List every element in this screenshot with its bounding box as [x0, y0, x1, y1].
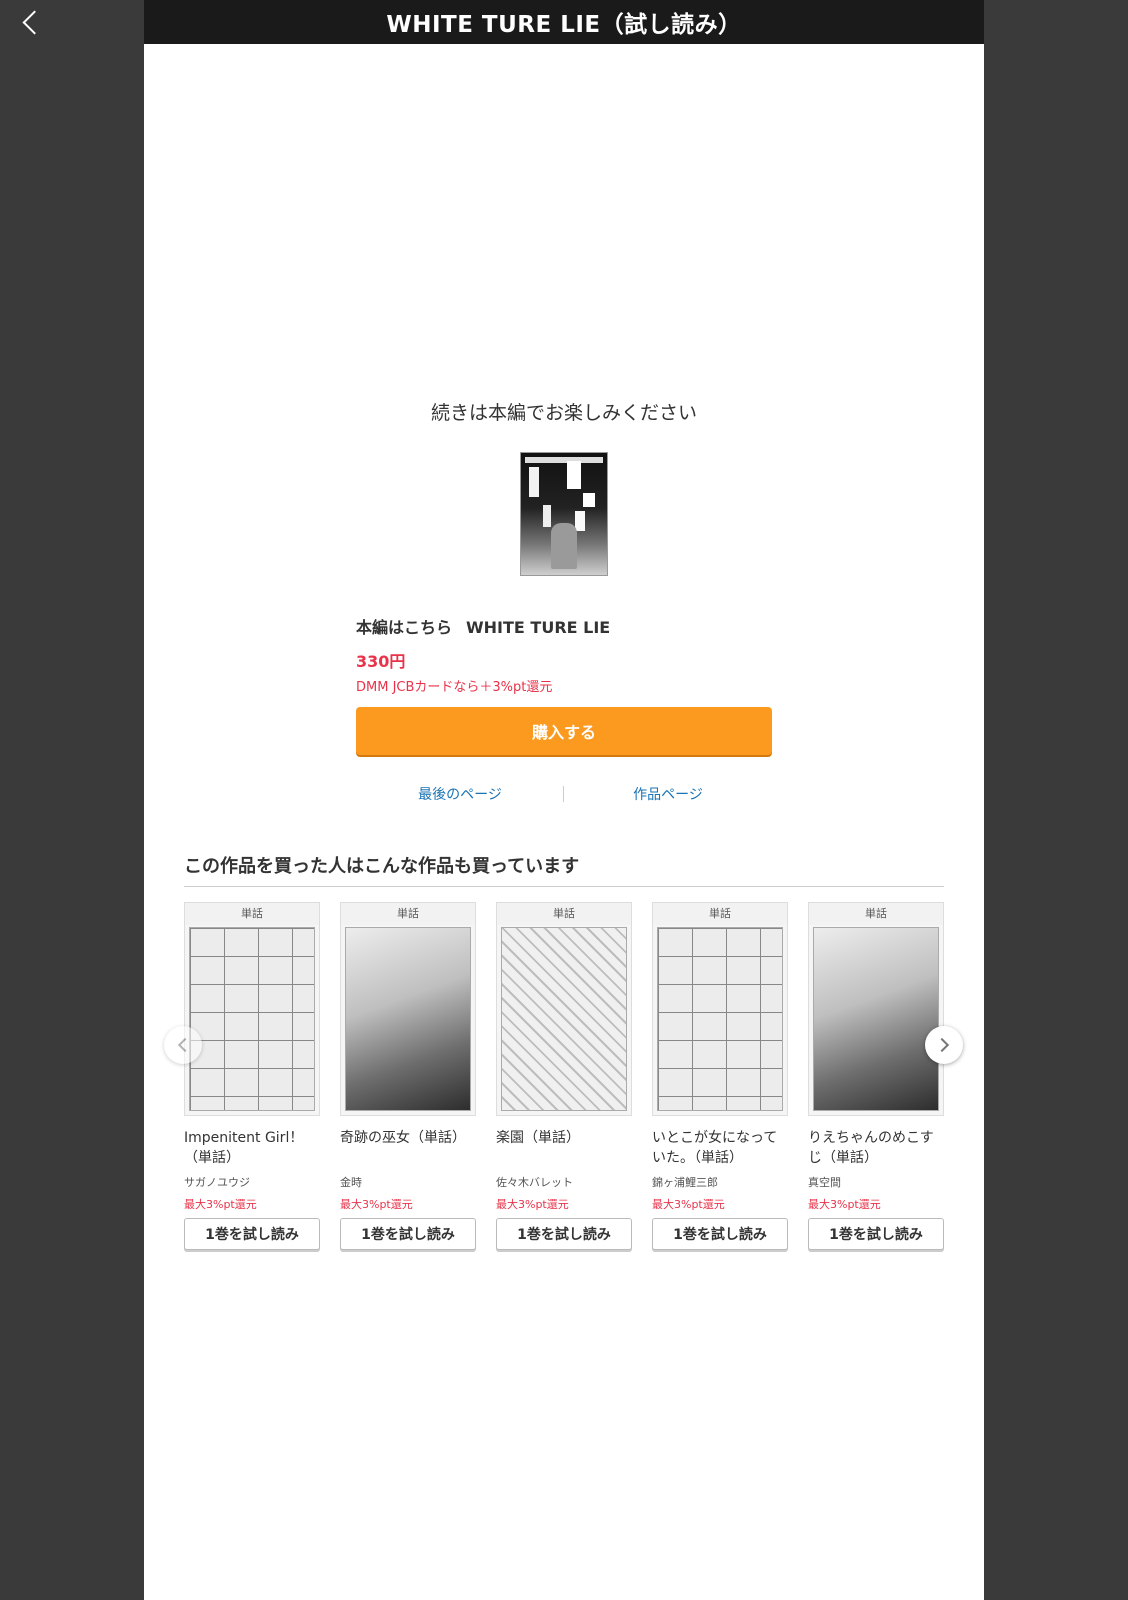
- book-cover-thumbnail[interactable]: [520, 452, 608, 576]
- carousel-next-button[interactable]: [925, 1026, 963, 1064]
- item-point-campaign: 最大3%pt還元: [808, 1198, 881, 1211]
- list-item[interactable]: 単話 いとこが女になっていた。（単話） 錦ヶ浦鯉三郎 最大3%pt還元 1巻を試…: [652, 902, 788, 1250]
- top-bar: WHITE TURE LIE（試し読み）: [0, 0, 1128, 44]
- main-work-label: 本編はこちら: [356, 618, 453, 637]
- recommendations-heading: この作品を買った人はこんな作品も買っています: [184, 856, 580, 877]
- item-title[interactable]: Impenitent Girl！（単話）: [184, 1128, 320, 1168]
- divider: [184, 886, 944, 887]
- item-tag: 単話: [809, 903, 943, 925]
- item-tag: 単話: [497, 903, 631, 925]
- cover-image: [657, 927, 783, 1111]
- title-bar: WHITE TURE LIE（試し読み）: [144, 0, 984, 44]
- campaign-text: DMM JCBカードなら＋3%pt還元: [356, 680, 553, 695]
- back-button[interactable]: [14, 6, 47, 38]
- list-item[interactable]: 単話 りえちゃんのめこすじ（単話） 真空間 最大3%pt還元 1巻を試し読み: [808, 902, 944, 1250]
- buy-button[interactable]: 購入する: [356, 707, 772, 755]
- last-page-link[interactable]: 最後のページ: [356, 784, 564, 804]
- item-thumbnail[interactable]: 単話: [652, 902, 788, 1116]
- cover-image: [813, 927, 939, 1111]
- price: 330円: [356, 652, 406, 671]
- reader-end-page: 続きは本編でお楽しみください 本編はこちら WHITE TURE LIE 330円…: [144, 44, 984, 1600]
- trial-read-button[interactable]: 1巻を試し読み: [496, 1218, 632, 1250]
- main-work-title: WHITE TURE LIE: [466, 618, 611, 637]
- list-item[interactable]: 単話 Impenitent Girl！（単話） サガノユウジ 最大3%pt還元 …: [184, 902, 320, 1250]
- page-links: 最後のページ 作品ページ: [356, 784, 772, 804]
- chevron-left-icon: [177, 1037, 193, 1053]
- item-point-campaign: 最大3%pt還元: [184, 1198, 257, 1211]
- main-work-line: 本編はこちら WHITE TURE LIE: [356, 614, 610, 638]
- cover-image: [189, 927, 315, 1111]
- recommendations-carousel: 単話 Impenitent Girl！（単話） サガノユウジ 最大3%pt還元 …: [184, 902, 944, 1302]
- chevron-right-icon: [934, 1037, 950, 1053]
- cover-image: [345, 927, 471, 1111]
- item-thumbnail[interactable]: 単話: [496, 902, 632, 1116]
- work-page-link[interactable]: 作品ページ: [564, 784, 772, 804]
- item-thumbnail[interactable]: 単話: [808, 902, 944, 1116]
- item-thumbnail[interactable]: 単話: [184, 902, 320, 1116]
- item-point-campaign: 最大3%pt還元: [340, 1198, 413, 1211]
- continue-message: 続きは本編でお楽しみください: [430, 402, 697, 424]
- item-title[interactable]: 奇跡の巫女（単話）: [340, 1128, 476, 1168]
- item-title[interactable]: いとこが女になっていた。（単話）: [652, 1128, 788, 1168]
- item-author[interactable]: 真空間: [808, 1174, 944, 1190]
- item-point-campaign: 最大3%pt還元: [652, 1198, 725, 1211]
- item-thumbnail[interactable]: 単話: [340, 902, 476, 1116]
- cover-image: [501, 927, 627, 1111]
- trial-read-button[interactable]: 1巻を試し読み: [340, 1218, 476, 1250]
- trial-read-button[interactable]: 1巻を試し読み: [808, 1218, 944, 1250]
- carousel-prev-button[interactable]: [164, 1026, 202, 1064]
- item-tag: 単話: [341, 903, 475, 925]
- item-tag: 単話: [185, 903, 319, 925]
- list-item[interactable]: 単話 楽園（単話） 佐々木バレット 最大3%pt還元 1巻を試し読み: [496, 902, 632, 1250]
- item-title[interactable]: 楽園（単話）: [496, 1128, 632, 1168]
- trial-read-button[interactable]: 1巻を試し読み: [652, 1218, 788, 1250]
- item-tag: 単話: [653, 903, 787, 925]
- item-author[interactable]: 金時: [340, 1174, 476, 1190]
- item-author[interactable]: 佐々木バレット: [496, 1174, 632, 1190]
- list-item[interactable]: 単話 奇跡の巫女（単話） 金時 最大3%pt還元 1巻を試し読み: [340, 902, 476, 1250]
- item-author[interactable]: 錦ヶ浦鯉三郎: [652, 1174, 788, 1190]
- chevron-left-icon: [21, 9, 47, 35]
- trial-read-button[interactable]: 1巻を試し読み: [184, 1218, 320, 1250]
- item-author[interactable]: サガノユウジ: [184, 1174, 320, 1190]
- item-title[interactable]: りえちゃんのめこすじ（単話）: [808, 1128, 944, 1168]
- item-point-campaign: 最大3%pt還元: [496, 1198, 569, 1211]
- page-title: WHITE TURE LIE（試し読み）: [386, 12, 742, 38]
